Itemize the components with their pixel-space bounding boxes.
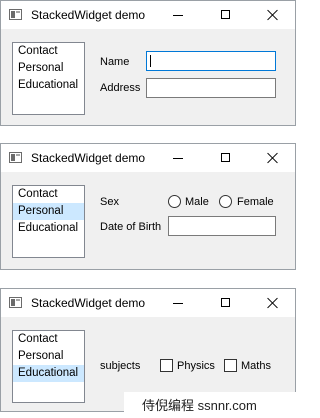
window-personal: StackedWidget demo Contact Personal Educ… <box>0 143 296 270</box>
dob-input[interactable] <box>168 216 276 236</box>
app-window-icon <box>9 152 22 163</box>
title-bar[interactable]: StackedWidget demo <box>1 289 295 317</box>
maths-checkbox[interactable] <box>224 359 237 372</box>
maximize-button[interactable] <box>203 289 249 317</box>
watermark: 侍倪编程 ssnnr.com <box>124 392 298 418</box>
minimize-button[interactable] <box>155 1 201 29</box>
list-item-contact[interactable]: Contact <box>13 331 84 348</box>
title-bar[interactable]: StackedWidget demo <box>1 1 295 29</box>
address-label: Address <box>100 82 141 94</box>
close-button[interactable] <box>250 1 296 29</box>
close-button[interactable] <box>250 144 296 172</box>
close-icon <box>267 152 279 164</box>
list-item-contact[interactable]: Contact <box>13 43 84 60</box>
minimize-button[interactable] <box>155 144 201 172</box>
window-title: StackedWidget demo <box>31 296 146 310</box>
close-icon <box>267 9 279 21</box>
app-window-icon <box>9 297 22 308</box>
minimize-icon <box>173 158 183 159</box>
physics-checkbox-label[interactable]: Physics <box>177 360 215 372</box>
list-item-personal[interactable]: Personal <box>13 203 84 220</box>
list-item-contact[interactable]: Contact <box>13 186 84 203</box>
title-bar[interactable]: StackedWidget demo <box>1 144 295 172</box>
page-list[interactable]: Contact Personal Educational <box>12 42 85 115</box>
female-radio[interactable] <box>219 195 232 208</box>
window-title: StackedWidget demo <box>31 8 146 22</box>
maximize-icon <box>221 298 230 307</box>
physics-checkbox[interactable] <box>160 359 173 372</box>
app-window-icon <box>9 9 22 20</box>
list-item-personal[interactable]: Personal <box>13 60 84 77</box>
dob-label: Date of Birth <box>100 221 162 233</box>
watermark-text: 侍倪编程 ssnnr.com <box>142 398 257 413</box>
close-icon <box>267 297 279 309</box>
female-radio-label[interactable]: Female <box>237 196 274 208</box>
male-radio-label[interactable]: Male <box>185 196 209 208</box>
sex-label: Sex <box>100 196 119 208</box>
minimize-icon <box>173 303 183 304</box>
text-caret <box>150 55 151 67</box>
page-list[interactable]: Contact Personal Educational <box>12 185 85 258</box>
window-title: StackedWidget demo <box>31 151 146 165</box>
maximize-icon <box>221 10 230 19</box>
address-input[interactable] <box>146 78 276 98</box>
list-item-educational[interactable]: Educational <box>13 365 84 382</box>
name-input[interactable] <box>146 51 276 71</box>
minimize-icon <box>173 15 183 16</box>
list-item-educational[interactable]: Educational <box>13 77 84 94</box>
list-item-personal[interactable]: Personal <box>13 348 84 365</box>
page-list[interactable]: Contact Personal Educational <box>12 330 85 403</box>
maximize-button[interactable] <box>203 1 249 29</box>
maximize-button[interactable] <box>203 144 249 172</box>
name-label: Name <box>100 56 130 68</box>
close-button[interactable] <box>250 289 296 317</box>
list-item-educational[interactable]: Educational <box>13 220 84 237</box>
male-radio[interactable] <box>168 195 181 208</box>
subjects-label: subjects <box>100 360 141 372</box>
maths-checkbox-label[interactable]: Maths <box>241 360 271 372</box>
maximize-icon <box>221 153 230 162</box>
window-contact: StackedWidget demo Contact Personal Educ… <box>0 0 296 126</box>
minimize-button[interactable] <box>155 289 201 317</box>
